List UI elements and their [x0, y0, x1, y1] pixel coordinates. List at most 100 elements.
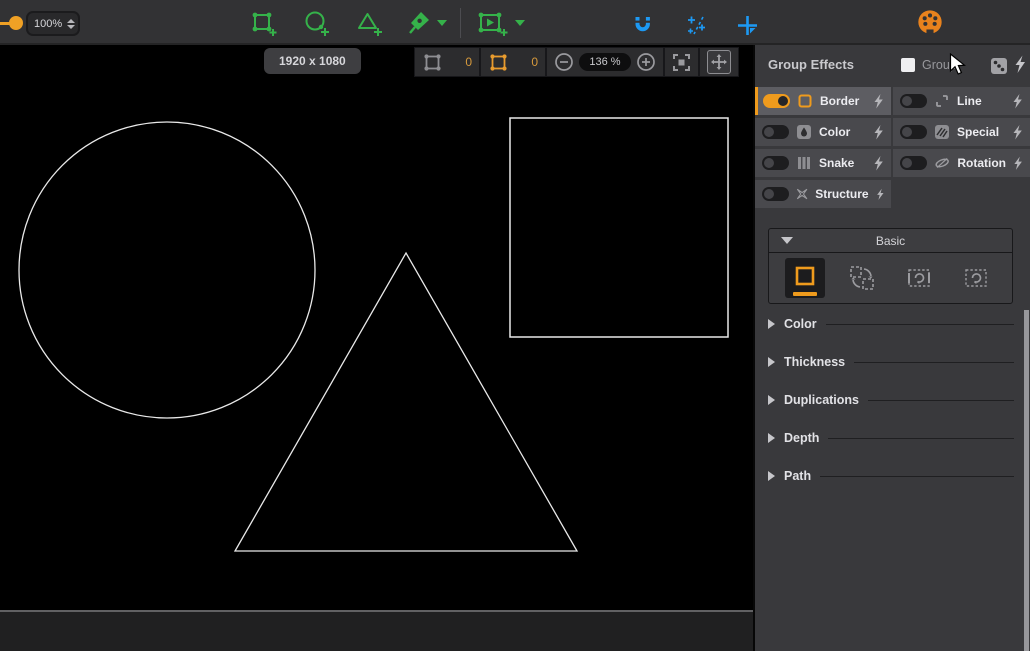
pivot-crosshair-button[interactable] — [733, 11, 761, 39]
application-window: 100% — [0, 0, 1030, 651]
preset-swap-squares-button[interactable] — [842, 258, 882, 298]
effect-label: Snake — [819, 156, 854, 170]
rotate-in-box-icon — [905, 264, 933, 292]
section-path[interactable]: Path — [768, 457, 1018, 495]
magnet-icon — [631, 14, 654, 37]
lightning-bolt-icon — [1013, 55, 1027, 74]
ellipse-add-icon — [303, 10, 330, 37]
section-color[interactable]: Color — [768, 305, 1018, 343]
preset-group-title: Basic — [876, 234, 905, 248]
triangle-add-icon — [356, 10, 383, 37]
bolt-icon[interactable] — [873, 156, 884, 171]
pan-mode-section — [700, 48, 738, 76]
panel-scrollbar[interactable] — [1024, 310, 1029, 651]
opacity-spinbox[interactable]: 100% — [26, 11, 80, 36]
snake-toggle[interactable] — [762, 156, 789, 170]
canvas-viewport[interactable]: 1920 x 1080 0 0 — [0, 45, 753, 651]
square-shape[interactable] — [510, 118, 728, 337]
toolbar-separator — [460, 8, 461, 38]
opacity-control: 100% — [0, 10, 84, 38]
chevron-down-icon — [781, 237, 793, 244]
section-label: Color — [784, 317, 817, 331]
bolt-icon[interactable] — [1012, 125, 1023, 140]
fit-to-screen-icon — [672, 53, 691, 72]
rotation-effect-icon — [934, 155, 950, 171]
special-toggle[interactable] — [900, 125, 927, 139]
structure-toggle[interactable] — [762, 187, 789, 201]
color-effect-icon — [796, 124, 812, 140]
section-rule — [868, 400, 1014, 401]
line-toggle[interactable] — [900, 94, 927, 108]
border-effect-icon — [797, 93, 813, 109]
add-rectangle-tool-button[interactable] — [249, 9, 277, 37]
border-toggle[interactable] — [763, 94, 790, 108]
zoom-level-field[interactable]: 136 % — [579, 53, 631, 71]
effect-cell-rotation[interactable]: Rotation — [893, 149, 1030, 177]
rotation-toggle[interactable] — [900, 156, 927, 170]
section-label: Duplications — [784, 393, 859, 407]
zoom-out-icon[interactable] — [554, 52, 574, 72]
fit-view-button[interactable] — [665, 48, 698, 76]
triangle-shape[interactable] — [235, 253, 577, 551]
rotation-field-group[interactable]: 0 — [415, 48, 479, 76]
preset-group-header[interactable]: Basic — [769, 229, 1012, 253]
chevron-down-icon — [515, 20, 525, 26]
preset-border-simple-button[interactable] — [785, 258, 825, 298]
apply-all-button[interactable] — [1013, 55, 1027, 79]
smart-guides-button[interactable] — [683, 11, 711, 39]
section-rule — [854, 362, 1014, 363]
section-rule — [826, 324, 1014, 325]
panel-title: Group Effects — [768, 57, 854, 72]
chevron-right-icon — [768, 357, 775, 367]
opacity-value: 100% — [34, 18, 67, 30]
rotation-value[interactable]: 0 — [448, 55, 472, 69]
add-ellipse-tool-button[interactable] — [302, 9, 330, 37]
move-arrows-icon — [711, 54, 727, 70]
top-toolbar: 100% — [0, 0, 1030, 45]
snake-effect-icon — [796, 155, 812, 171]
bolt-icon[interactable] — [873, 125, 884, 140]
palette-icon — [916, 7, 944, 37]
add-triangle-tool-button[interactable] — [355, 9, 383, 37]
bolt-icon[interactable] — [1013, 156, 1023, 171]
pen-tool-dropdown[interactable] — [434, 9, 450, 37]
selection-value[interactable]: 0 — [514, 55, 538, 69]
section-duplications[interactable]: Duplications — [768, 381, 1018, 419]
color-toggle[interactable] — [762, 125, 789, 139]
pen-tool-button[interactable] — [406, 9, 434, 37]
section-thickness[interactable]: Thickness — [768, 343, 1018, 381]
section-rule — [820, 476, 1014, 477]
section-label: Depth — [784, 431, 819, 445]
bolt-icon[interactable] — [873, 94, 884, 109]
bounding-box-orange-icon — [488, 52, 509, 73]
pan-mode-button[interactable] — [707, 50, 731, 74]
bolt-icon[interactable] — [876, 187, 884, 202]
effect-cell-border[interactable]: Border — [755, 87, 891, 115]
opacity-slider-handle[interactable] — [9, 16, 23, 30]
panel-header: Group Effects Group — [755, 45, 1030, 87]
theme-palette-button[interactable] — [916, 8, 944, 36]
snap-toggle-button[interactable] — [628, 11, 656, 39]
effect-cell-snake[interactable]: Snake — [755, 149, 891, 177]
zoom-in-icon[interactable] — [636, 52, 656, 72]
group-effects-panel: Group Effects Group — [755, 45, 1030, 651]
special-effect-icon — [934, 124, 950, 140]
preset-rotate-bounded-button[interactable] — [899, 258, 939, 298]
effect-cell-line[interactable]: Line — [893, 87, 1030, 115]
group-checkbox[interactable] — [901, 58, 915, 72]
animated-rect-add-icon — [476, 10, 510, 37]
circle-shape[interactable] — [19, 122, 315, 418]
selection-field-group[interactable]: 0 — [481, 48, 545, 76]
animated-rect-dropdown[interactable] — [512, 9, 528, 37]
spinner-arrows-icon[interactable] — [67, 19, 75, 29]
effect-cell-special[interactable]: Special — [893, 118, 1030, 146]
chevron-right-icon — [768, 395, 775, 405]
randomize-button[interactable] — [990, 57, 1008, 80]
effect-cell-structure[interactable]: Structure — [755, 180, 891, 208]
property-sections: Color Thickness Duplications Depth Path — [768, 305, 1018, 495]
effect-cell-color[interactable]: Color — [755, 118, 891, 146]
preset-rotate-free-button[interactable] — [956, 258, 996, 298]
bolt-icon[interactable] — [1012, 94, 1023, 109]
add-animated-rect-tool-button[interactable] — [476, 9, 510, 37]
section-depth[interactable]: Depth — [768, 419, 1018, 457]
